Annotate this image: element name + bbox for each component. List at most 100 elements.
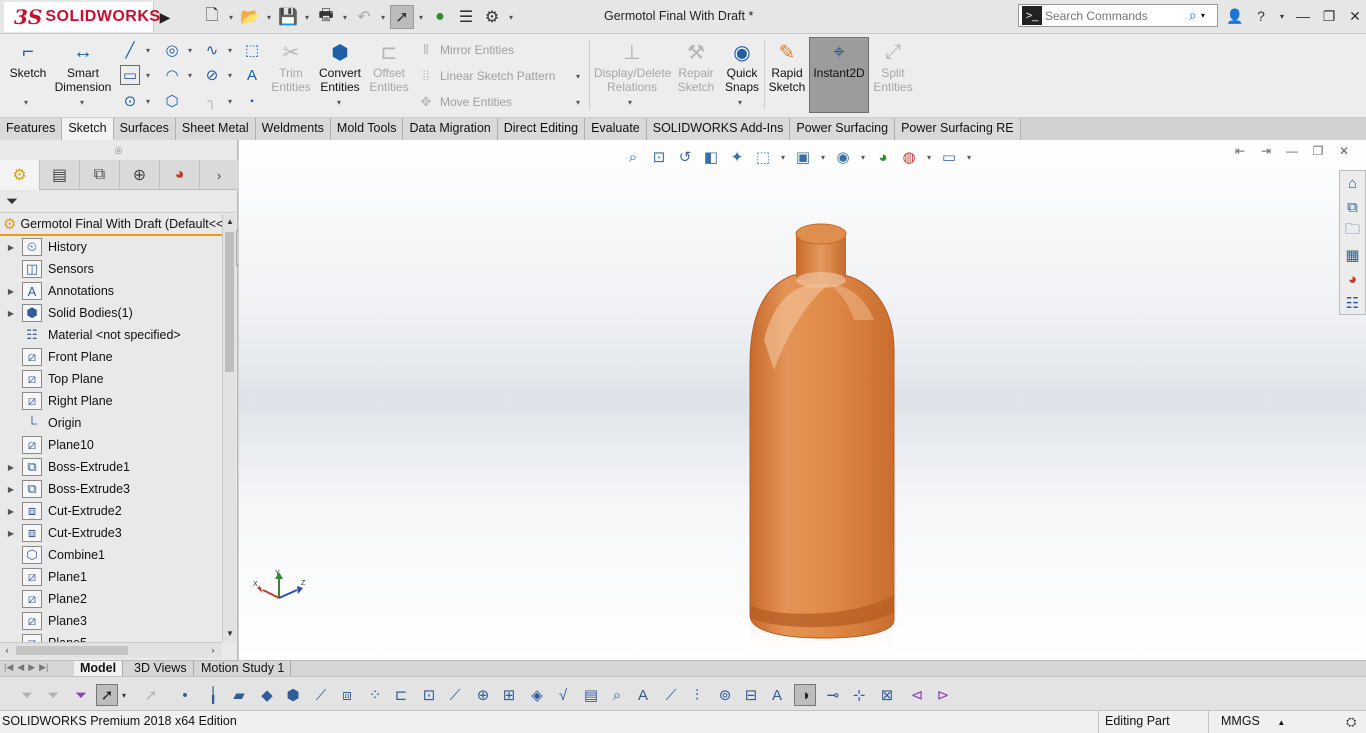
undo-icon[interactable]: ↶ <box>352 5 376 29</box>
select-other-icon[interactable]: ➚ <box>140 684 162 706</box>
view-palette-icon[interactable]: ▦ <box>1340 243 1365 267</box>
linear-pattern-dropdown-icon[interactable]: ▾ <box>576 72 580 81</box>
linear-sketch-pattern-button[interactable]: ⁞⁞ Linear Sketch Pattern <box>418 68 555 83</box>
convert-entities-button[interactable]: ⬢ Convert Entities <box>316 38 364 95</box>
filter-geometric-tolerance-icon[interactable]: √ <box>552 684 574 706</box>
restore-icon[interactable]: ❐ <box>1320 6 1338 26</box>
file-properties-icon[interactable]: ☰ <box>454 5 478 29</box>
doc-close-icon[interactable]: ✕ <box>1337 144 1351 158</box>
filter-sketch-points-icon[interactable]: ⁘ <box>364 684 386 706</box>
tree-item-plane3[interactable]: ⧄ Plane3 <box>0 610 222 632</box>
filter-dimensions-icon[interactable]: ⊞ <box>498 684 520 706</box>
save-icon[interactable]: 💾 <box>276 5 300 29</box>
line-icon[interactable]: ╱ <box>120 40 140 60</box>
polygon-icon[interactable]: ⊘ <box>202 65 222 85</box>
filter-datum-target-icon[interactable]: ⟋ <box>660 684 682 706</box>
tab-power-surfacing-re[interactable]: Power Surfacing RE <box>895 118 1021 140</box>
filter-notes-icon[interactable]: ▤ <box>580 684 602 706</box>
split-entities-button[interactable]: ⤢ Split Entities <box>872 38 914 95</box>
apply-scene-dropdown-icon[interactable]: ▾ <box>925 147 933 167</box>
menu-expand-icon[interactable]: ▶ <box>157 6 173 28</box>
arc-icon[interactable]: ◠ <box>162 65 182 85</box>
rectangle-dropdown-icon[interactable]: ▾ <box>146 71 150 80</box>
open-icon[interactable]: 📂 <box>238 5 262 29</box>
property-manager-tab-icon[interactable]: ▤ <box>40 160 80 190</box>
tab-sketch[interactable]: Sketch <box>62 118 114 140</box>
filter-model-views-icon[interactable]: ⊠ <box>876 684 898 706</box>
tab-evaluate[interactable]: Evaluate <box>585 118 647 140</box>
next-tab-icon[interactable]: ▶ <box>28 662 35 673</box>
rectangle-icon[interactable]: ▭ <box>120 65 140 85</box>
search-icon[interactable]: ⌕ <box>1189 7 1197 24</box>
tree-item-history[interactable]: ▶ ⏲ History <box>0 236 222 258</box>
configuration-manager-tab-icon[interactable]: ⧉ <box>80 160 120 190</box>
doc-minimize-icon[interactable]: — <box>1285 144 1299 158</box>
expand-arrow-icon[interactable]: ▶ <box>0 529 22 538</box>
filter-center-of-mass-icon[interactable]: ⊹ <box>848 684 870 706</box>
tree-item-top-plane[interactable]: ⧄ Top Plane <box>0 368 222 390</box>
sketch-dropdown-icon[interactable]: ▾ <box>24 98 28 107</box>
sketch-button[interactable]: ⌐ Sketch <box>6 38 50 81</box>
tree-root-part[interactable]: ⚙ Germotol Final With Draft (Default<< <box>0 214 222 236</box>
tree-item-boss-extrude3[interactable]: ▶ ⧉ Boss-Extrude3 <box>0 478 222 500</box>
tree-item-plane10[interactable]: ⧄ Plane10 <box>0 434 222 456</box>
zoom-to-fit-icon[interactable]: ⌕ <box>623 147 643 167</box>
tab-power-surfacing[interactable]: Power Surfacing <box>790 118 896 140</box>
trim-entities-button[interactable]: ✂ Trim Entities <box>268 38 314 95</box>
convert-entities-dropdown-icon[interactable]: ▾ <box>337 98 341 107</box>
filter-midpoints-icon[interactable]: ⊡ <box>418 684 440 706</box>
move-entities-button[interactable]: ✥ Move Entities <box>418 94 512 110</box>
undo-dropdown-icon[interactable]: ▾ <box>378 5 388 29</box>
close-icon[interactable]: ✕ <box>1346 6 1364 26</box>
save-dropdown-icon[interactable]: ▾ <box>302 5 312 29</box>
filter-toolbar-more-icon[interactable]: ⊳ <box>932 684 954 706</box>
select-dropdown-icon-2[interactable]: ▾ <box>118 684 130 706</box>
section-view-icon[interactable]: ◧ <box>701 147 721 167</box>
relations-dropdown-icon[interactable]: ▾ <box>628 98 632 107</box>
tree-item-origin[interactable]: └ Origin <box>0 412 222 434</box>
filter-vertices-icon[interactable]: • <box>174 684 196 706</box>
bottle-model[interactable] <box>734 220 914 660</box>
unit-system-selector[interactable]: MMGS ▲ <box>1208 711 1338 733</box>
display-delete-relations-button[interactable]: ⊥ Display/Delete Relations <box>594 38 671 95</box>
spline-icon[interactable]: ∿ <box>202 40 222 60</box>
polygon-dropdown-icon[interactable]: ▾ <box>228 71 232 80</box>
rebuild-traffic-light-icon[interactable]: ● <box>428 5 452 29</box>
fillet-icon[interactable]: ╮ <box>202 91 222 111</box>
filter-weld-symbols-icon[interactable]: A <box>632 684 654 706</box>
view-settings-dropdown-icon[interactable]: ▾ <box>965 147 973 167</box>
dynamic-annotation-icon[interactable]: ✦ <box>727 147 747 167</box>
filter-planes-icon[interactable]: ⧈ <box>336 684 358 706</box>
expand-arrow-icon[interactable]: ▶ <box>0 309 22 318</box>
more-tabs-chevron-icon[interactable]: › <box>200 160 238 190</box>
offset-entities-button[interactable]: ⊏ Offset Entities <box>366 38 412 95</box>
file-explorer-folder-icon[interactable]: 🗀 <box>1340 219 1365 243</box>
filter-toolbar-options-icon[interactable]: ⊲ <box>906 684 928 706</box>
open-dropdown-icon[interactable]: ▾ <box>264 5 274 29</box>
tree-item-cut-extrude2[interactable]: ▶ ⧈ Cut-Extrude2 <box>0 500 222 522</box>
filter-centerline-icon[interactable]: ⊕ <box>472 684 494 706</box>
help-icon[interactable]: ? <box>1252 6 1270 26</box>
minimize-icon[interactable]: — <box>1294 6 1312 26</box>
dimxpert-manager-tab-icon[interactable]: ⊕ <box>120 160 160 190</box>
tab-mold-tools[interactable]: Mold Tools <box>330 118 404 140</box>
filter-blocks-icon[interactable]: ⊚ <box>714 684 736 706</box>
circle-icon[interactable]: ◎ <box>162 40 182 60</box>
customize-status-bar-icon[interactable]: ⛭ <box>1346 714 1356 730</box>
display-manager-tab-icon[interactable]: ◕ <box>160 160 200 190</box>
tab-data-migration[interactable]: Data Migration <box>403 118 498 140</box>
display-style-icon[interactable]: ▣ <box>793 147 813 167</box>
options-dropdown-icon[interactable]: ▾ <box>506 5 516 29</box>
text-icon[interactable]: A <box>242 65 262 85</box>
scroll-up-icon[interactable]: ▲ <box>223 214 237 230</box>
expand-arrow-icon[interactable]: ▶ <box>0 463 22 472</box>
display-style-dropdown-icon[interactable]: ▾ <box>819 147 827 167</box>
instant2d-button[interactable]: ⌖ Instant2D <box>809 37 869 113</box>
tab-direct-editing[interactable]: Direct Editing <box>497 118 586 140</box>
scroll-thumb[interactable] <box>225 232 234 372</box>
appearances-icon[interactable]: ◕ <box>1340 267 1365 291</box>
filter-clear-icon[interactable]: ⏷ <box>42 684 64 706</box>
tree-item-boss-extrude1[interactable]: ▶ ⧉ Boss-Extrude1 <box>0 456 222 478</box>
hexagon-icon[interactable]: ⬡ <box>162 91 182 111</box>
filter-surface-bodies-icon[interactable]: ◆ <box>256 684 278 706</box>
